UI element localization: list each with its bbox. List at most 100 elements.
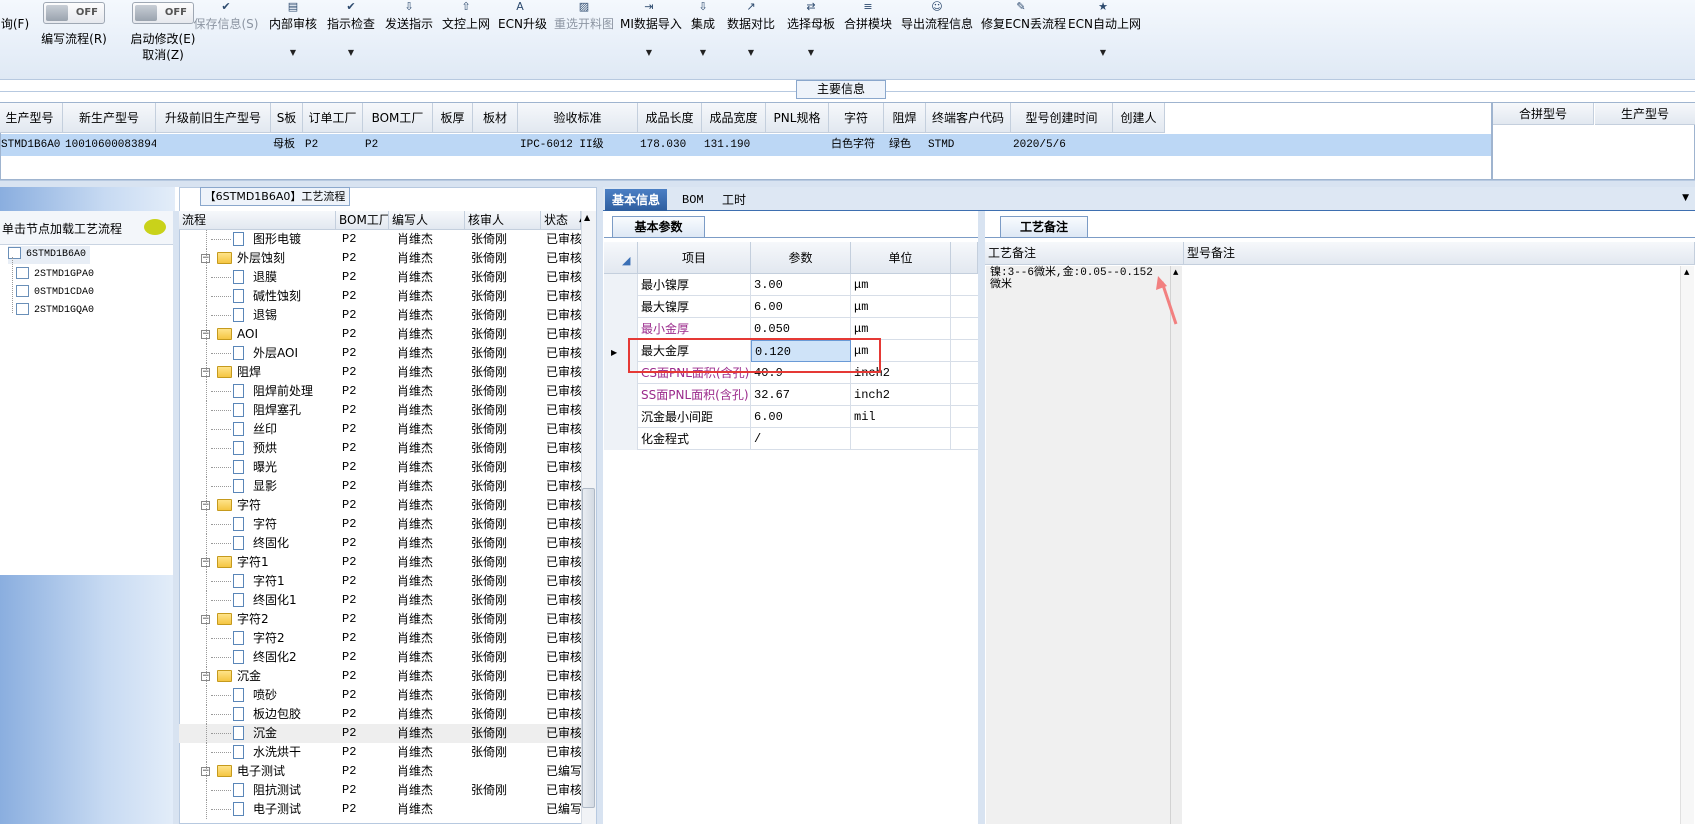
toolbar-button-16[interactable]: ✎ 修复ECN丢流程 — [981, 0, 1066, 64]
grid-cell[interactable]: 10010600083894 — [63, 134, 156, 156]
flow-row[interactable]: 外层AOI P2 肖维杰 张倚刚 已审核 — [179, 344, 581, 363]
flow-row[interactable]: 沉金 P2 肖维杰 张倚刚 已审核 — [179, 724, 581, 743]
toolbar-button-9[interactable]: ▨ 重选开料图 — [553, 0, 615, 64]
tab-labor-hours[interactable]: 工时 — [715, 189, 753, 211]
grid-cell[interactable]: 2020/5/6 — [1011, 134, 1113, 156]
toolbar-button-0[interactable]: 询(F) — [0, 0, 30, 64]
flow-header-cell[interactable]: 编写人 — [389, 211, 465, 230]
merge-model-grid[interactable]: 合拼型号 生产型号 — [1492, 102, 1695, 180]
row-selector[interactable] — [604, 428, 638, 450]
toolbar-button-15[interactable]: ☺ 导出流程信息 — [901, 0, 973, 64]
tab-basic-params[interactable]: 基本参数 — [612, 216, 705, 237]
row-selector[interactable] — [604, 296, 638, 318]
grid-header-cell[interactable]: 验收标准 — [518, 103, 638, 133]
process-note-text[interactable]: 镍:3--6微米,金:0.05--0.152微米 — [990, 267, 1160, 291]
flow-row[interactable]: − 字符1 P2 肖维杰 张倚刚 已审核 — [179, 553, 581, 572]
param-value-cell[interactable]: 3.00 — [751, 274, 851, 296]
flow-row[interactable]: − 字符2 P2 肖维杰 张倚刚 已审核 — [179, 610, 581, 629]
flow-row[interactable]: − 阻焊 P2 肖维杰 张倚刚 已审核 — [179, 363, 581, 382]
param-header-cell[interactable]: 单位 — [851, 242, 951, 274]
vertical-splitter-right[interactable] — [978, 211, 985, 824]
grid-header-cell[interactable]: 板厚 — [433, 103, 473, 133]
flow-row[interactable]: 阻抗测试 P2 肖维杰 张倚刚 已审核 — [179, 781, 581, 800]
flow-row[interactable]: 预烘 P2 肖维杰 张倚刚 已审核 — [179, 439, 581, 458]
grid-cell[interactable]: 131.190 — [702, 134, 766, 156]
grid-cell[interactable]: STMD1B6A0 — [0, 134, 65, 156]
tab-basic-info[interactable]: 基本信息 — [605, 189, 668, 211]
grid-cell[interactable] — [156, 134, 271, 156]
grid-cell[interactable]: STMD — [926, 134, 1011, 156]
grid-header-cell[interactable]: S板 — [271, 103, 303, 133]
model-note-scrollbar[interactable]: ▲ — [1680, 266, 1694, 824]
flow-row[interactable]: − 外层蚀刻 P2 肖维杰 张倚刚 已审核 — [179, 249, 581, 268]
process-note-box[interactable] — [986, 266, 1172, 824]
grid-header-cell[interactable]: 成品宽度 — [702, 103, 766, 133]
param-row[interactable]: 最小镍厚 3.00 μm — [604, 274, 978, 296]
grid-cell[interactable] — [473, 134, 518, 156]
flow-row[interactable]: 阻焊塞孔 P2 肖维杰 张倚刚 已审核 — [179, 401, 581, 420]
grid-header-cell[interactable]: 板材 — [473, 103, 518, 133]
flow-row[interactable]: 退膜 P2 肖维杰 张倚刚 已审核 — [179, 268, 581, 287]
toolbar-button-17[interactable]: ★ ECN自动上网 ▼ — [1068, 0, 1141, 64]
toolbar-button-14[interactable]: ≡ 合拼模块 — [843, 0, 893, 64]
vertical-splitter-middle[interactable] — [597, 187, 603, 824]
toggle-switch[interactable]: OFF — [132, 2, 194, 24]
param-header-cell[interactable]: 项目 — [638, 242, 751, 274]
grid-cell[interactable]: 178.030 — [638, 134, 702, 156]
flow-row[interactable]: 显影 P2 肖维杰 张倚刚 已审核 — [179, 477, 581, 496]
flow-row[interactable]: 电子测试 P2 肖维杰 已编写 — [179, 800, 581, 819]
flow-header-cell[interactable]: 核审人 — [465, 211, 541, 230]
checkbox[interactable] — [16, 303, 29, 316]
flow-header-cell[interactable]: 状态 — [541, 211, 581, 230]
grid-header-cell[interactable]: 生产型号 — [0, 103, 63, 133]
tree-node[interactable]: 0STMD1CDA0 — [16, 284, 94, 302]
dropdown-arrow-icon[interactable]: ▼ — [1682, 193, 1689, 203]
flow-row[interactable]: 终固化 P2 肖维杰 张倚刚 已审核 — [179, 534, 581, 553]
tree-node[interactable]: 2STMD1GQA0 — [16, 302, 94, 320]
grid-header-cell[interactable]: 字符 — [829, 103, 884, 133]
row-selector[interactable] — [604, 318, 638, 340]
toolbar-button-8[interactable]: A ECN升级 — [498, 0, 547, 64]
flow-row[interactable]: 退锡 P2 肖维杰 张倚刚 已审核 — [179, 306, 581, 325]
flow-row[interactable]: 字符2 P2 肖维杰 张倚刚 已审核 — [179, 629, 581, 648]
tab-process-notes[interactable]: 工艺备注 — [1000, 216, 1088, 237]
toolbar-button-1[interactable]: OFF 编写流程(R) — [34, 2, 114, 66]
horizontal-splitter[interactable] — [0, 180, 1695, 187]
toolbar-button-12[interactable]: ↗ 数据对比 ▼ — [726, 0, 776, 64]
param-value-cell[interactable]: 6.00 — [751, 296, 851, 318]
toolbar-button-10[interactable]: ⇥ MI数据导入 ▼ — [620, 0, 682, 64]
toolbar-button-4[interactable]: ▤ 内部审核 ▼ — [267, 0, 319, 64]
dropdown-arrow-icon[interactable]: ▼ — [325, 46, 377, 60]
dropdown-arrow-icon[interactable]: ▼ — [688, 46, 718, 60]
toolbar-button-7[interactable]: ⇧ 文控上网 — [440, 0, 492, 64]
param-row[interactable]: 沉金最小间距 6.00 mil — [604, 406, 978, 428]
flow-row[interactable]: 水洗烘干 P2 肖维杰 张倚刚 已审核 — [179, 743, 581, 762]
grid-cell[interactable]: 白色字符 — [829, 134, 884, 156]
grid-cell[interactable]: 母板 — [271, 134, 303, 156]
flow-row[interactable]: 板边包胶 P2 肖维杰 张倚刚 已审核 — [179, 705, 581, 724]
flow-scroll-thumb[interactable] — [582, 488, 595, 808]
model-note-box[interactable] — [1184, 266, 1680, 824]
flow-row[interactable]: 阻焊前处理 P2 肖维杰 张倚刚 已审核 — [179, 382, 581, 401]
toolbar-button-11[interactable]: ⇩ 集成 ▼ — [688, 0, 718, 64]
grid-header-cell[interactable]: BOM工厂 — [363, 103, 433, 133]
side-grid-header[interactable]: 合拼型号 — [1493, 103, 1594, 125]
scroll-up-icon[interactable]: ▲ — [1684, 268, 1689, 276]
grid-cell[interactable] — [433, 134, 473, 156]
flow-row[interactable]: − AOI P2 肖维杰 张倚刚 已审核 — [179, 325, 581, 344]
param-value-cell[interactable]: 0.050 — [751, 318, 851, 340]
dropdown-arrow-icon[interactable]: ▼ — [267, 46, 319, 60]
flow-row[interactable]: 丝印 P2 肖维杰 张倚刚 已审核 — [179, 420, 581, 439]
dropdown-arrow-icon[interactable]: ▼ — [620, 46, 678, 60]
flow-header-cell[interactable]: BOM工厂 — [336, 211, 389, 230]
toggle-switch[interactable]: OFF — [43, 2, 105, 24]
param-row[interactable]: 化金程式 / — [604, 428, 978, 450]
toolbar-button-13[interactable]: ⇄ 选择母板 ▼ — [785, 0, 837, 64]
toolbar-button-3[interactable]: ✔ 保存信息(S) — [190, 0, 262, 64]
note-scrollbar[interactable]: ▲ — [1170, 266, 1182, 824]
param-row[interactable]: SS面PNL面积(含孔) 32.67 inch2 — [604, 384, 978, 406]
grid-header-cell[interactable]: 终端客户代码 — [926, 103, 1011, 133]
param-row[interactable]: 最小金厚 0.050 μm — [604, 318, 978, 340]
toolbar-button-6[interactable]: ⇩ 发送指示 — [383, 0, 435, 64]
param-value-cell[interactable]: / — [751, 428, 851, 450]
